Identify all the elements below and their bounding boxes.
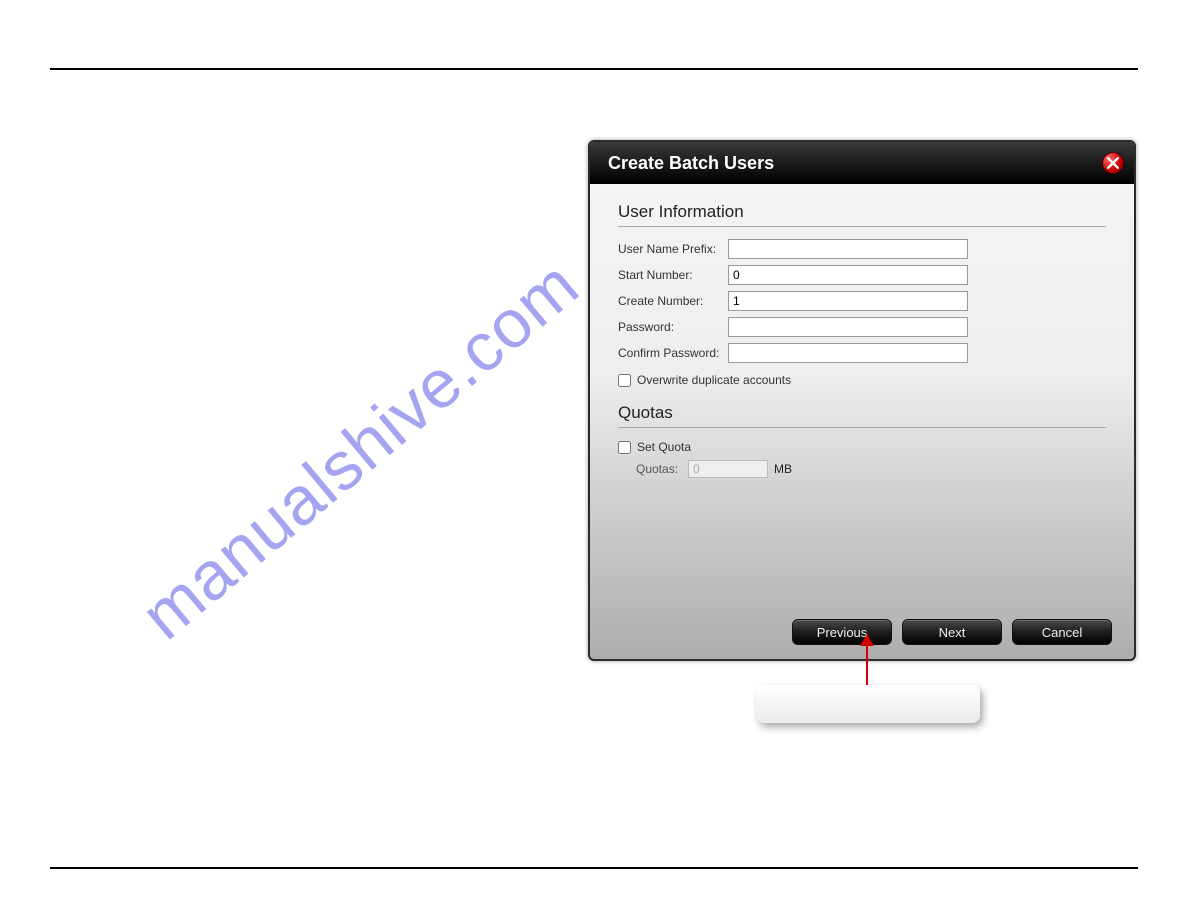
- watermark-text: manualshive.com: [127, 245, 594, 655]
- close-icon: [1107, 157, 1119, 169]
- label-confirm-password: Confirm Password:: [618, 346, 728, 360]
- quotas-heading: Quotas: [618, 403, 1106, 423]
- input-start-number[interactable]: [728, 265, 968, 285]
- label-username-prefix: User Name Prefix:: [618, 242, 728, 256]
- dialog-body: User Information User Name Prefix: Start…: [590, 184, 1134, 488]
- row-quotas-value: Quotas: MB: [636, 460, 1106, 478]
- page-top-rule: [50, 68, 1138, 70]
- divider: [618, 226, 1106, 227]
- label-overwrite: Overwrite duplicate accounts: [637, 373, 791, 387]
- row-overwrite: Overwrite duplicate accounts: [618, 373, 1106, 387]
- close-button[interactable]: [1102, 152, 1124, 174]
- label-password: Password:: [618, 320, 728, 334]
- previous-button[interactable]: Previous: [792, 619, 892, 645]
- label-start-number: Start Number:: [618, 268, 728, 282]
- quotas-unit: MB: [774, 462, 792, 476]
- label-quotas: Quotas:: [636, 462, 688, 476]
- row-username-prefix: User Name Prefix:: [618, 239, 1106, 259]
- row-confirm-password: Confirm Password:: [618, 343, 1106, 363]
- checkbox-overwrite[interactable]: [618, 374, 631, 387]
- divider: [618, 427, 1106, 428]
- annotation-arrow: [860, 634, 874, 686]
- user-info-heading: User Information: [618, 202, 1106, 222]
- checkbox-set-quota[interactable]: [618, 441, 631, 454]
- label-create-number: Create Number:: [618, 294, 728, 308]
- dialog-footer: Previous Next Cancel: [792, 619, 1112, 645]
- input-password[interactable]: [728, 317, 968, 337]
- row-password: Password:: [618, 317, 1106, 337]
- create-batch-users-dialog: Create Batch Users User Information User…: [588, 140, 1136, 661]
- arrow-line: [866, 644, 868, 686]
- row-create-number: Create Number:: [618, 291, 1106, 311]
- quota-block: Quotas: MB: [636, 460, 1106, 478]
- dialog-header: Create Batch Users: [590, 142, 1134, 184]
- row-start-number: Start Number:: [618, 265, 1106, 285]
- dialog-title: Create Batch Users: [608, 153, 774, 174]
- cancel-button[interactable]: Cancel: [1012, 619, 1112, 645]
- next-button[interactable]: Next: [902, 619, 1002, 645]
- page-bottom-rule: [50, 867, 1138, 869]
- annotation-callout: [756, 685, 980, 723]
- label-set-quota: Set Quota: [637, 440, 691, 454]
- input-username-prefix[interactable]: [728, 239, 968, 259]
- row-set-quota: Set Quota: [618, 440, 1106, 454]
- input-confirm-password[interactable]: [728, 343, 968, 363]
- input-create-number[interactable]: [728, 291, 968, 311]
- input-quotas: [688, 460, 768, 478]
